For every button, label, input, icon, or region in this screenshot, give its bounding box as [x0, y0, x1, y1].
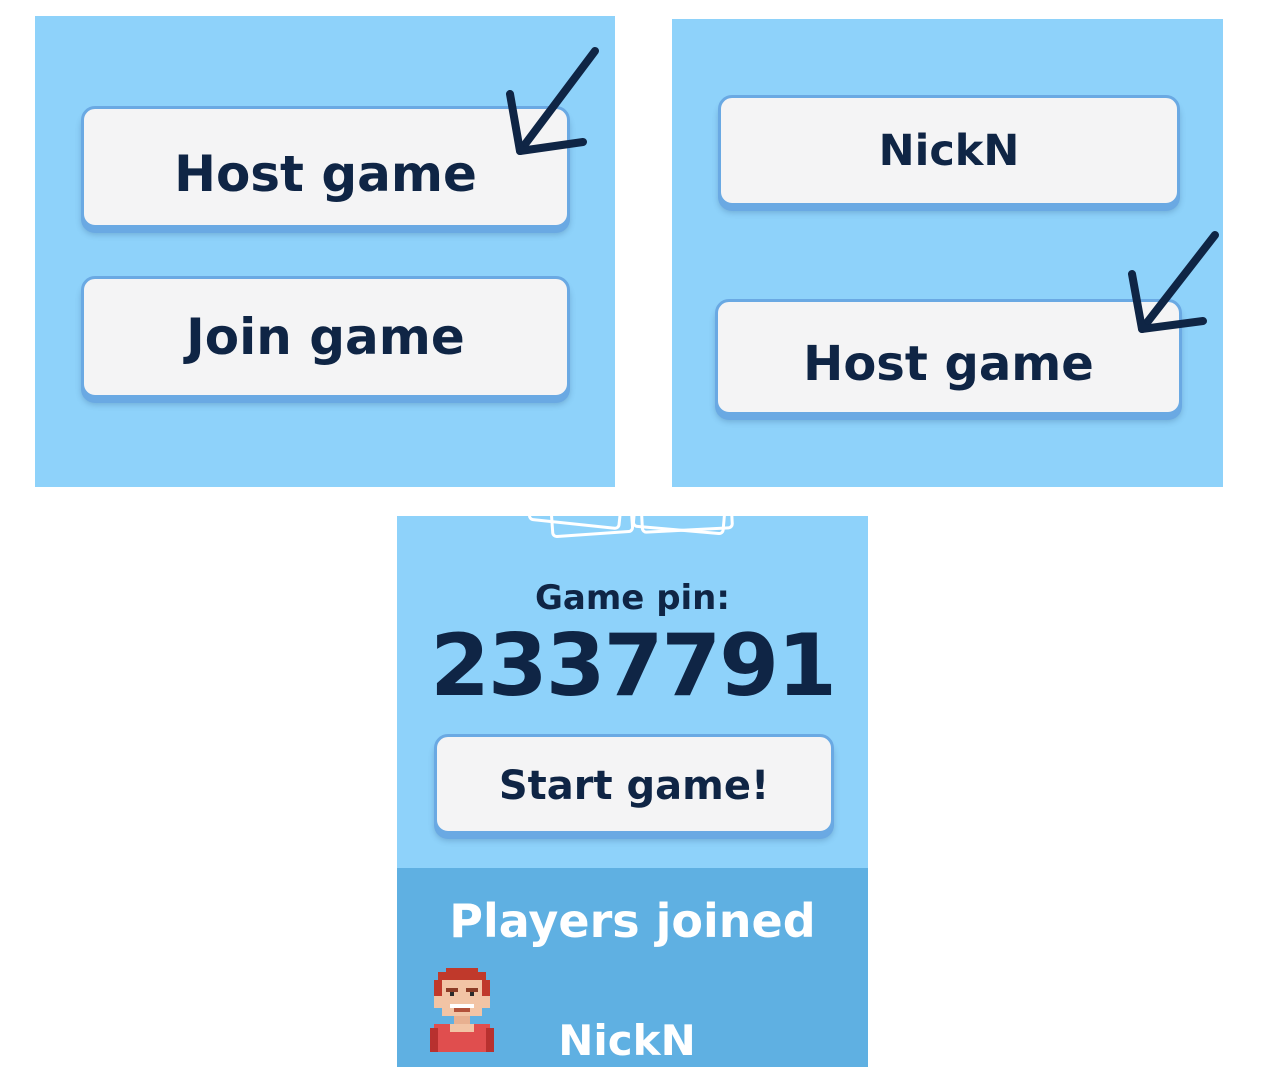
players-joined-title: Players joined	[449, 894, 816, 948]
players-joined-section: Players joined NickN	[397, 868, 868, 1067]
join-game-label: Join game	[186, 308, 465, 366]
host-game-button[interactable]: Host game	[81, 106, 570, 228]
start-game-label: Start game!	[498, 763, 770, 809]
game-pin-label: Game pin:	[535, 578, 730, 618]
cards-logo-icon	[527, 516, 734, 538]
player-name-value: NickN	[878, 125, 1020, 176]
host-game-label: Host game	[803, 336, 1094, 392]
arrow-down-left-icon	[1128, 231, 1219, 333]
join-game-button[interactable]: Join game	[81, 276, 570, 398]
game-pin-value: 2337791	[430, 616, 837, 716]
player-name-field[interactable]: NickN	[718, 95, 1180, 206]
player-name: NickN	[558, 1016, 696, 1065]
lobby-panel: Game pin: 2337791 Start game! Players jo…	[397, 516, 868, 1067]
host-game-label: Host game	[174, 145, 477, 203]
host-setup-panel: NickN Host game	[672, 19, 1223, 487]
host-game-button[interactable]: Host game	[715, 299, 1182, 415]
pixel-character-avatar	[430, 968, 494, 1052]
menu-panel: Host game Join game	[35, 16, 615, 487]
arrow-down-left-icon	[506, 47, 599, 155]
start-game-button[interactable]: Start game!	[434, 734, 834, 834]
